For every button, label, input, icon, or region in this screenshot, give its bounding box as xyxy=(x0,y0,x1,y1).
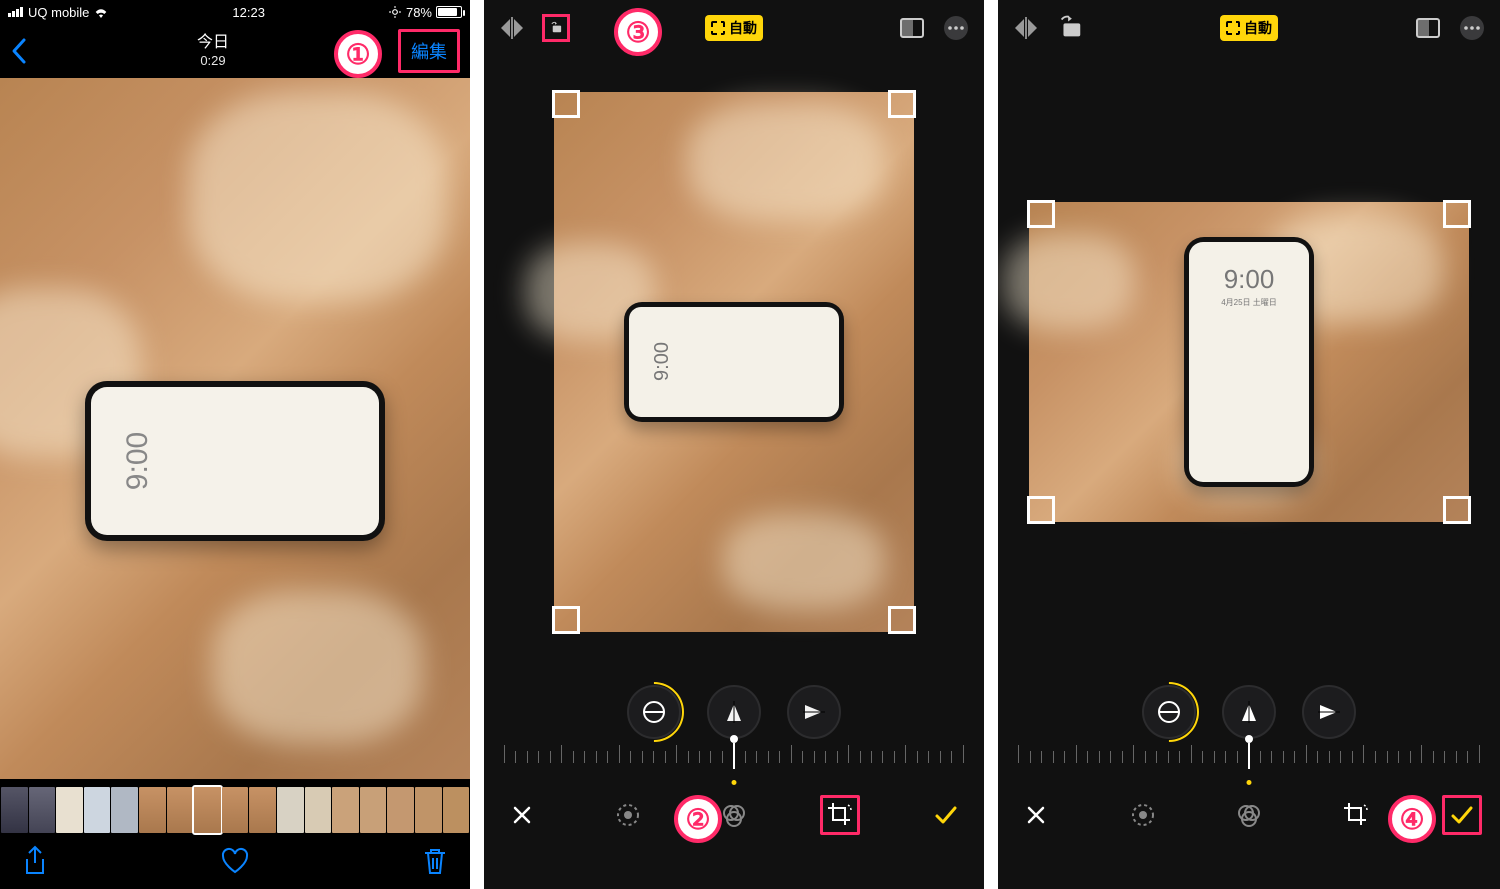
battery-icon xyxy=(436,6,462,18)
thumbnail[interactable] xyxy=(84,787,111,833)
rotate-button[interactable] xyxy=(542,14,570,42)
flip-horizontal-button[interactable] xyxy=(498,14,526,42)
panel-photo-viewer: UQ mobile 12:23 78% 今日 0:29 編集 ① 9:00 xyxy=(0,0,470,889)
more-button[interactable] xyxy=(1458,14,1486,42)
battery-pct: 78% xyxy=(406,5,432,20)
perspective-v-dial[interactable] xyxy=(707,685,761,739)
crop-frame[interactable]: 9:00 xyxy=(554,92,914,632)
thumbnail[interactable] xyxy=(29,787,56,833)
back-button[interactable] xyxy=(10,37,28,65)
favorite-button[interactable] xyxy=(220,847,250,875)
carrier-label: UQ mobile xyxy=(28,5,89,20)
thumbnail[interactable] xyxy=(167,787,194,833)
crop-canvas[interactable]: 9:00 4月25日 土曜日 xyxy=(998,64,1500,659)
callout-3: ③ xyxy=(614,8,662,56)
cancel-button[interactable] xyxy=(1016,795,1056,835)
photo-viewport[interactable]: 9:00 xyxy=(0,78,470,779)
subject-phone: 9:00 4月25日 土曜日 xyxy=(1184,237,1314,487)
perspective-h-dial[interactable] xyxy=(787,685,841,739)
editor-top-bar: 自動 xyxy=(484,0,984,56)
panel-editor-rotated: 自動 9:00 4月25日 土曜日 xyxy=(998,0,1500,889)
thumbnail[interactable] xyxy=(277,787,304,833)
more-button[interactable] xyxy=(942,14,970,42)
thumbnail[interactable] xyxy=(139,787,166,833)
thumbnail[interactable] xyxy=(1,787,28,833)
delete-button[interactable] xyxy=(422,846,448,876)
adjust-tab[interactable] xyxy=(608,795,648,835)
angle-ruler[interactable] xyxy=(504,741,964,781)
time-label: 0:29 xyxy=(197,53,229,69)
ruler-needle[interactable] xyxy=(730,735,738,743)
signal-icon xyxy=(8,5,24,20)
wifi-icon xyxy=(93,6,109,18)
viewer-toolbar xyxy=(0,833,470,889)
edit-button[interactable]: 編集 xyxy=(398,29,460,73)
thumbnail-strip[interactable] xyxy=(0,787,470,833)
thumbnail[interactable] xyxy=(387,787,414,833)
crop-frame[interactable]: 9:00 4月25日 土曜日 xyxy=(1029,202,1469,522)
subject-phone: 9:00 xyxy=(624,302,844,422)
adjust-dials xyxy=(998,685,1500,739)
aspect-button[interactable] xyxy=(898,14,926,42)
straighten-dial[interactable] xyxy=(1142,685,1196,739)
date-label: 今日 xyxy=(197,33,229,53)
status-bar: UQ mobile 12:23 78% xyxy=(0,0,470,24)
clock: 12:23 xyxy=(232,5,265,20)
adjust-tab[interactable] xyxy=(1123,795,1163,835)
crop-tab[interactable] xyxy=(820,795,860,835)
crop-tab[interactable] xyxy=(1336,795,1376,835)
crop-canvas[interactable]: 9:00 xyxy=(484,64,984,659)
share-button[interactable] xyxy=(22,845,48,877)
subject-phone: 9:00 xyxy=(85,381,385,541)
viewer-nav: 今日 0:29 編集 xyxy=(0,24,470,78)
callout-2: ② xyxy=(674,795,722,843)
callout-4: ④ xyxy=(1388,795,1436,843)
rotate-button[interactable] xyxy=(1056,14,1084,42)
confirm-button[interactable] xyxy=(926,795,966,835)
thumbnail[interactable] xyxy=(249,787,276,833)
thumbnail[interactable] xyxy=(222,787,249,833)
title-block: 今日 0:29 xyxy=(197,33,229,69)
panel-editor-crop: 自動 ③ 9:00 xyxy=(484,0,984,889)
auto-button[interactable]: 自動 xyxy=(1220,15,1278,41)
thumbnail[interactable] xyxy=(332,787,359,833)
filters-tab[interactable] xyxy=(1229,795,1269,835)
auto-button[interactable]: 自動 xyxy=(705,15,763,41)
thumbnail[interactable] xyxy=(56,787,83,833)
thumbnail-selected[interactable] xyxy=(194,787,221,833)
location-icon xyxy=(388,5,402,19)
thumbnail[interactable] xyxy=(305,787,332,833)
perspective-h-dial[interactable] xyxy=(1302,685,1356,739)
angle-ruler[interactable] xyxy=(1018,741,1480,781)
cancel-button[interactable] xyxy=(502,795,542,835)
perspective-v-dial[interactable] xyxy=(1222,685,1276,739)
thumbnail[interactable] xyxy=(111,787,138,833)
callout-1: ① xyxy=(334,30,382,78)
editor-bottom-bar xyxy=(484,789,984,841)
thumbnail[interactable] xyxy=(360,787,387,833)
flip-horizontal-button[interactable] xyxy=(1012,14,1040,42)
aspect-button[interactable] xyxy=(1414,14,1442,42)
confirm-button[interactable] xyxy=(1442,795,1482,835)
thumbnail[interactable] xyxy=(443,787,470,833)
straighten-dial[interactable] xyxy=(627,685,681,739)
ruler-needle[interactable] xyxy=(1245,735,1253,743)
thumbnail[interactable] xyxy=(415,787,442,833)
editor-top-bar: 自動 xyxy=(998,0,1500,56)
adjust-dials xyxy=(484,685,984,739)
